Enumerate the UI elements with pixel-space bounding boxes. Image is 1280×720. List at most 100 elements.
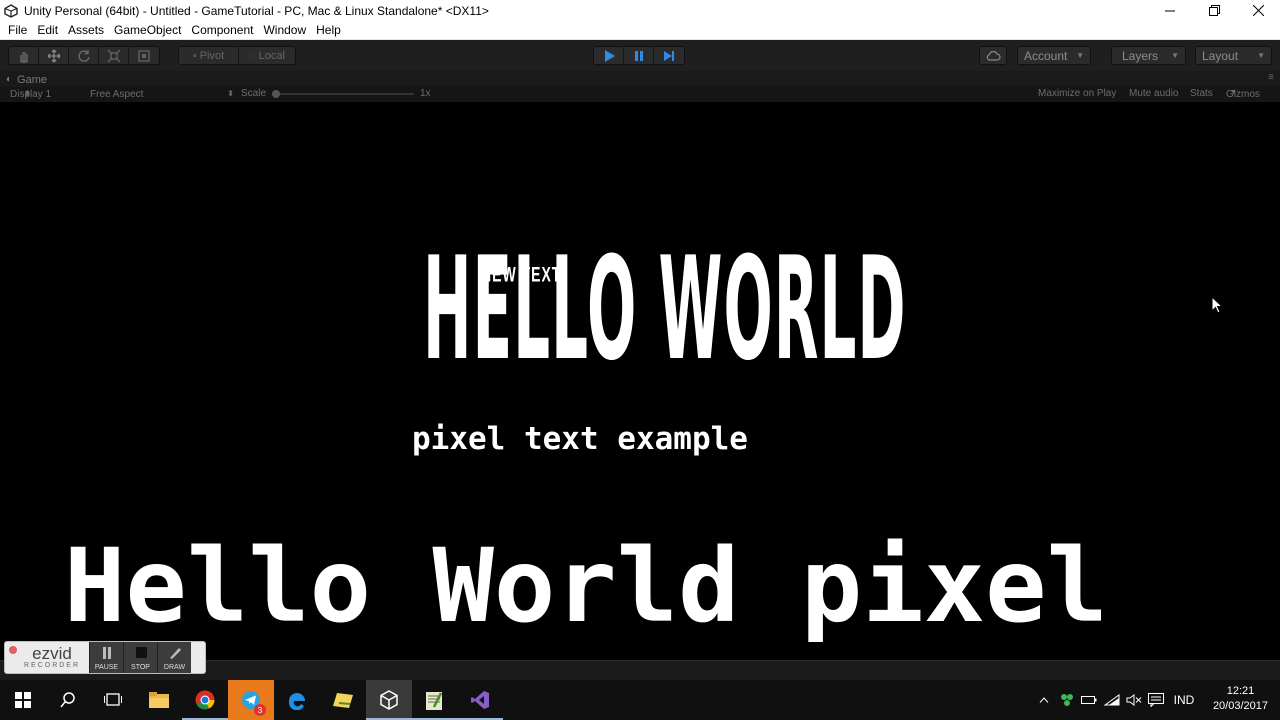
chevron-down-icon: ▼ bbox=[1257, 51, 1265, 60]
stop-icon bbox=[135, 647, 147, 658]
play-button[interactable] bbox=[594, 47, 624, 64]
scale-slider-track[interactable] bbox=[272, 93, 414, 95]
note-folder-icon bbox=[333, 693, 353, 708]
game-options-bar: Display 1 ⬍ Free Aspect ⬍ Scale 1x Maxim… bbox=[0, 87, 1280, 102]
minimize-icon[interactable] bbox=[1148, 0, 1192, 21]
menu-bar: File Edit Assets GameObject Component Wi… bbox=[0, 21, 1280, 40]
menu-window[interactable]: Window bbox=[258, 23, 311, 37]
visual-studio-app[interactable] bbox=[457, 680, 503, 720]
system-clock[interactable]: 12:21 20/03/2017 bbox=[1213, 684, 1268, 714]
tray-app-icon[interactable] bbox=[1058, 680, 1076, 720]
menu-edit[interactable]: Edit bbox=[32, 23, 63, 37]
input-language[interactable]: IND bbox=[1170, 680, 1198, 720]
chevron-down-icon: ▼ bbox=[1230, 89, 1237, 96]
search-icon bbox=[60, 692, 75, 708]
updown-icon: ⬍ bbox=[227, 89, 234, 98]
scale-value: 1x bbox=[420, 88, 431, 99]
ezvid-stop-button[interactable]: STOP bbox=[123, 642, 157, 673]
layout-dropdown[interactable]: Layout ▼ bbox=[1195, 46, 1272, 65]
aspect-label: Free Aspect bbox=[90, 89, 144, 100]
panel-menu-icon[interactable]: ≡ bbox=[1268, 72, 1274, 83]
notification-badge: 3 bbox=[254, 704, 266, 716]
hand-tool-icon[interactable] bbox=[9, 47, 39, 64]
pencil-icon bbox=[169, 648, 181, 659]
menu-gameobject[interactable]: GameObject bbox=[109, 23, 186, 37]
menu-help[interactable]: Help bbox=[311, 23, 346, 37]
start-button[interactable] bbox=[0, 680, 46, 720]
notepadpp-app[interactable] bbox=[411, 680, 457, 720]
record-indicator-icon bbox=[9, 646, 17, 654]
scale-label: Scale bbox=[241, 88, 267, 99]
rotate-tool-icon[interactable] bbox=[69, 47, 99, 64]
ezvid-stop-label: STOP bbox=[131, 664, 150, 671]
maximize-on-play-toggle[interactable]: Maximize on Play bbox=[1038, 88, 1116, 99]
stats-toggle[interactable]: Stats bbox=[1190, 88, 1213, 99]
local-label: Local bbox=[258, 49, 285, 62]
chrome-app[interactable] bbox=[182, 680, 228, 720]
pivot-button[interactable]: ▪ Pivot bbox=[179, 47, 239, 64]
tray-expand-icon[interactable] bbox=[1036, 680, 1052, 720]
account-dropdown[interactable]: Account ▼ bbox=[1017, 46, 1091, 65]
menu-assets[interactable]: Assets bbox=[63, 23, 109, 37]
menu-file[interactable]: File bbox=[3, 23, 32, 37]
file-explorer-app[interactable] bbox=[136, 680, 182, 720]
message-icon[interactable] bbox=[1147, 680, 1165, 720]
visual-studio-icon bbox=[471, 691, 489, 709]
mute-audio-toggle[interactable]: Mute audio bbox=[1129, 88, 1178, 99]
restore-icon[interactable] bbox=[1192, 0, 1236, 21]
mouse-cursor-icon bbox=[1211, 295, 1224, 320]
notepad-icon bbox=[426, 692, 443, 710]
game-view[interactable]: HELLO WORLD NEW TEXT pixel text example … bbox=[0, 102, 1280, 660]
unity-logo-icon bbox=[4, 3, 18, 18]
clock-date: 20/03/2017 bbox=[1212, 700, 1268, 712]
layout-label: Layout bbox=[1202, 48, 1239, 63]
layers-label: Layers bbox=[1122, 48, 1159, 63]
sticky-app[interactable] bbox=[320, 680, 366, 720]
scale-slider-handle[interactable] bbox=[272, 90, 280, 98]
search-button[interactable] bbox=[45, 680, 91, 720]
game-tab-icon: ◐ bbox=[6, 74, 13, 85]
windows-logo-icon bbox=[15, 692, 31, 708]
task-view-button[interactable] bbox=[90, 680, 136, 720]
close-icon[interactable] bbox=[1236, 0, 1280, 21]
cloud-icon bbox=[986, 51, 1001, 61]
battery-icon[interactable] bbox=[1080, 680, 1098, 720]
chevron-down-icon: ▼ bbox=[1076, 51, 1084, 60]
pivot-icon: ▪ bbox=[192, 49, 197, 62]
step-button[interactable] bbox=[654, 47, 684, 64]
volume-muted-icon[interactable] bbox=[1125, 680, 1143, 720]
tab-game[interactable]: ◐ Game bbox=[6, 72, 47, 87]
pause-button[interactable] bbox=[624, 47, 654, 64]
folder-icon bbox=[149, 692, 169, 708]
ezvid-logo-text: ezvid bbox=[32, 644, 72, 663]
menu-component[interactable]: Component bbox=[186, 23, 258, 37]
move-tool-icon[interactable] bbox=[39, 47, 69, 64]
cloud-button[interactable] bbox=[979, 46, 1007, 65]
wifi-icon[interactable] bbox=[1103, 680, 1121, 720]
new-text-label: NEW TEXT bbox=[481, 262, 562, 286]
ezvid-sub-text: RECORDER bbox=[23, 662, 81, 669]
rect-tool-icon[interactable] bbox=[129, 47, 159, 64]
unity-app[interactable] bbox=[366, 680, 412, 720]
clock-time: 12:21 bbox=[1226, 685, 1255, 697]
telegram-app[interactable]: 3 bbox=[228, 680, 274, 720]
local-icon: ◌ bbox=[249, 49, 256, 62]
ezvid-draw-label: DRAW bbox=[163, 664, 186, 671]
local-button[interactable]: ◌ Local bbox=[239, 47, 295, 64]
edge-app[interactable] bbox=[274, 680, 320, 720]
layers-dropdown[interactable]: Layers ▼ bbox=[1111, 46, 1186, 65]
edge-icon bbox=[288, 693, 305, 710]
pivot-toggles: ▪ Pivot ◌ Local bbox=[178, 46, 296, 65]
ezvid-draw-button[interactable]: DRAW bbox=[157, 642, 191, 673]
play-icon bbox=[604, 49, 615, 62]
chevron-down-icon: ▼ bbox=[1171, 51, 1179, 60]
ezvid-pause-button[interactable]: PAUSE bbox=[89, 642, 123, 673]
account-label: Account bbox=[1024, 48, 1068, 63]
scale-tool-icon[interactable] bbox=[99, 47, 129, 64]
windows-taskbar: 3 IND 12:21 20/03/2017 bbox=[0, 680, 1280, 720]
unity-icon bbox=[380, 690, 398, 710]
pause-icon bbox=[102, 647, 111, 659]
tab-game-label: Game bbox=[17, 73, 48, 86]
game-panel-tab-bar: ◐ Game ≡ bbox=[0, 71, 1280, 87]
task-view-icon bbox=[104, 693, 122, 706]
